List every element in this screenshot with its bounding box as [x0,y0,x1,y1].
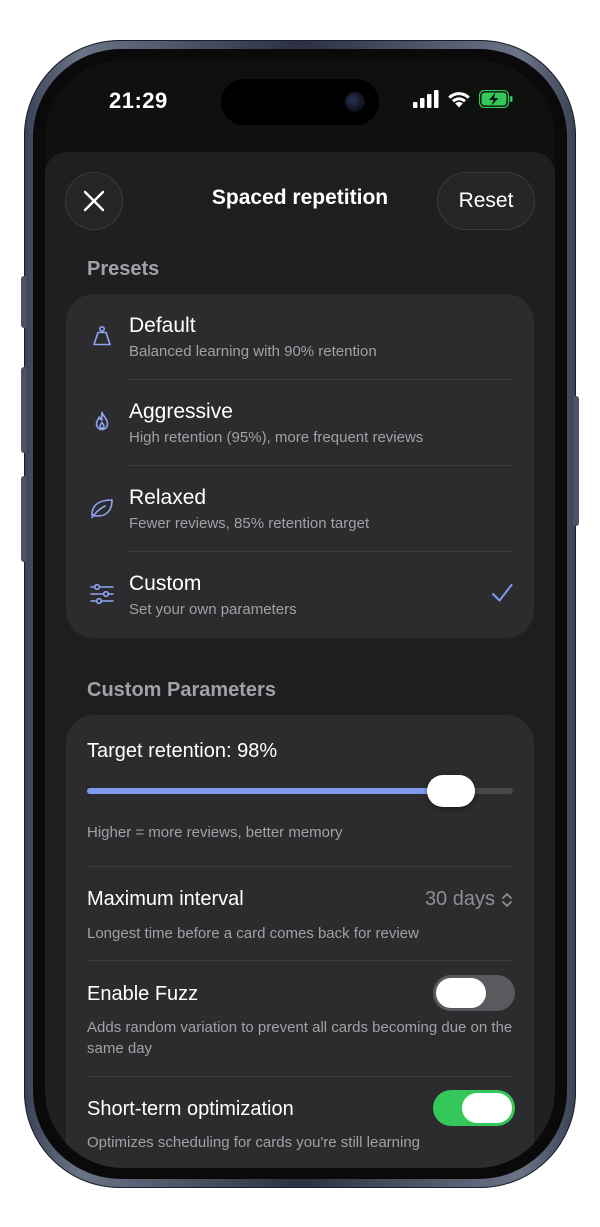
maximum-interval-value: 30 days [424,888,495,910]
preset-subtitle: High retention (95%), more frequent revi… [129,429,424,446]
slider-thumb[interactable] [426,775,475,807]
front-camera [345,92,365,112]
custom-parameters-section-title: Custom Parameters [87,679,276,701]
presets-section-title: Presets [87,258,160,280]
reset-button[interactable]: Reset [437,172,535,230]
short-term-optimization-toggle[interactable] [433,1090,515,1126]
preset-subtitle: Fewer reviews, 85% retention target [129,515,370,532]
target-retention-help: Higher = more reviews, better memory [87,824,343,841]
status-time: 21:29 [109,88,168,113]
target-retention-slider[interactable] [87,775,513,807]
preset-relaxed[interactable]: Relaxed Fewer reviews, 85% retention tar… [66,466,534,552]
enable-fuzz-toggle[interactable] [433,975,515,1011]
maximum-interval-row: Maximum interval 30 days [66,888,534,918]
divider [87,866,513,867]
maximum-interval-label: Maximum interval [87,888,244,910]
action-button [21,276,27,328]
divider [87,1076,513,1077]
wifi-icon [448,92,470,108]
volume-down-button [21,476,27,562]
screen: 21:29 Spaced repetition Reset Presets De… [45,60,555,1168]
enable-fuzz-help: Adds random variation to prevent all car… [87,1019,513,1057]
chevron-up-down-icon [502,892,512,907]
preset-subtitle: Set your own parameters [129,601,297,618]
presets-card: Default Balanced learning with 90% reten… [66,294,534,638]
preset-title: Relaxed [129,486,207,509]
preset-subtitle: Balanced learning with 90% retention [129,343,377,360]
maximum-interval-help: Longest time before a card comes back fo… [87,925,419,942]
toggle-knob [462,1093,512,1123]
preset-title: Aggressive [129,400,233,423]
volume-up-button [21,367,27,453]
slider-fill [87,788,451,794]
sliders-icon [88,580,116,608]
status-icons [413,90,513,108]
preset-title: Custom [129,572,202,595]
divider [87,960,513,961]
maximum-interval-picker[interactable]: 30 days [425,888,513,911]
signal-icon [413,90,439,108]
leaf-icon [88,494,116,522]
short-term-optimization-label: Short-term optimization [87,1098,294,1120]
target-retention-label: Target retention: 98% [87,740,278,762]
preset-custom[interactable]: Custom Set your own parameters [66,552,534,638]
toggle-knob [436,978,486,1008]
battery-charging-icon [479,90,513,108]
custom-parameters-card: Target retention: 98% Higher = more revi… [66,715,534,1168]
weight-icon [88,322,116,350]
flame-icon [88,408,116,436]
enable-fuzz-label: Enable Fuzz [87,983,199,1005]
preset-aggressive[interactable]: Aggressive High retention (95%), more fr… [66,380,534,466]
status-bar: 21:29 [45,60,555,144]
short-term-optimization-help: Optimizes scheduling for cards you're st… [87,1134,421,1151]
preset-default[interactable]: Default Balanced learning with 90% reten… [66,294,534,380]
preset-title: Default [129,314,196,337]
dynamic-island [221,79,379,125]
power-button [573,396,579,526]
checkmark-icon [492,584,513,602]
